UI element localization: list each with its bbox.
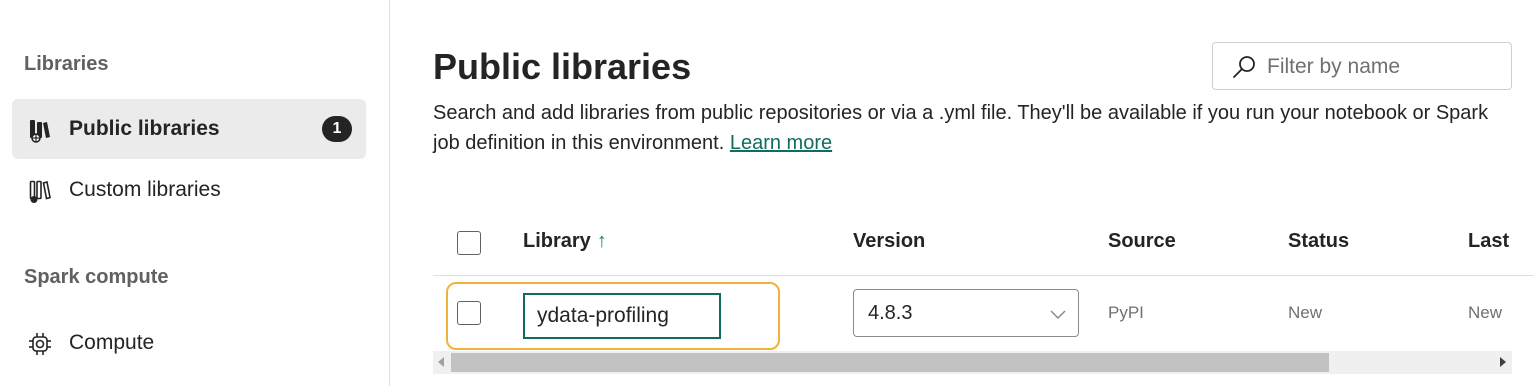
last-cell: New <box>1468 303 1503 322</box>
column-header-library[interactable]: Library ↑ <box>523 230 607 253</box>
sidebar-item-custom-libraries[interactable]: Custom libraries <box>12 160 366 220</box>
learn-more-link[interactable]: Learn more <box>730 132 832 154</box>
chevron-down-icon <box>1048 304 1068 324</box>
public-libraries-icon <box>26 116 54 144</box>
source-cell: PyPI <box>1108 303 1144 322</box>
libraries-section-title: Libraries <box>24 53 109 75</box>
filter-box[interactable] <box>1212 42 1512 90</box>
sidebar-item-public-libraries[interactable]: Public libraries 1 <box>12 99 366 159</box>
description-text: Search and add libraries from public rep… <box>433 102 1489 154</box>
custom-libraries-icon <box>26 177 54 205</box>
status-cell: New <box>1288 303 1323 322</box>
count-badge: 1 <box>322 116 352 142</box>
column-header-source[interactable]: Source <box>1108 230 1176 253</box>
page-title: Public libraries <box>433 46 692 87</box>
sidebar-item-label: Compute <box>69 331 155 354</box>
search-icon <box>1231 54 1257 80</box>
main-content: Public libraries Search and add librarie… <box>391 0 1534 386</box>
sidebar-item-label: Custom libraries <box>69 178 221 201</box>
scroll-left-icon[interactable] <box>438 357 444 367</box>
spark-compute-section-title: Spark compute <box>24 266 169 288</box>
scrollbar-thumb[interactable] <box>451 353 1329 372</box>
row-checkbox[interactable] <box>457 301 481 325</box>
sidebar-item-label: Public libraries <box>69 117 220 140</box>
table-header: Library ↑ Version Source Status Last <box>433 220 1534 276</box>
column-header-library-label: Library <box>523 230 591 252</box>
table-row: 4.8.3 PyPI New New <box>433 277 1534 351</box>
library-name-input[interactable] <box>523 293 721 339</box>
page-description: Search and add libraries from public rep… <box>433 98 1513 158</box>
sidebar: Libraries Public libraries 1 Custom libr… <box>0 0 390 386</box>
column-header-status[interactable]: Status <box>1288 230 1349 253</box>
version-dropdown[interactable]: 4.8.3 <box>853 289 1079 337</box>
column-header-version[interactable]: Version <box>853 230 925 253</box>
horizontal-scrollbar[interactable] <box>433 351 1512 374</box>
sort-ascending-icon: ↑ <box>596 230 607 252</box>
gear-icon <box>26 330 54 358</box>
select-all-checkbox[interactable] <box>457 231 481 255</box>
version-value: 4.8.3 <box>868 302 913 324</box>
filter-input[interactable] <box>1267 53 1497 81</box>
sidebar-item-compute[interactable]: Compute <box>12 313 366 373</box>
scroll-right-icon[interactable] <box>1500 357 1506 367</box>
column-header-last[interactable]: Last <box>1468 230 1509 253</box>
